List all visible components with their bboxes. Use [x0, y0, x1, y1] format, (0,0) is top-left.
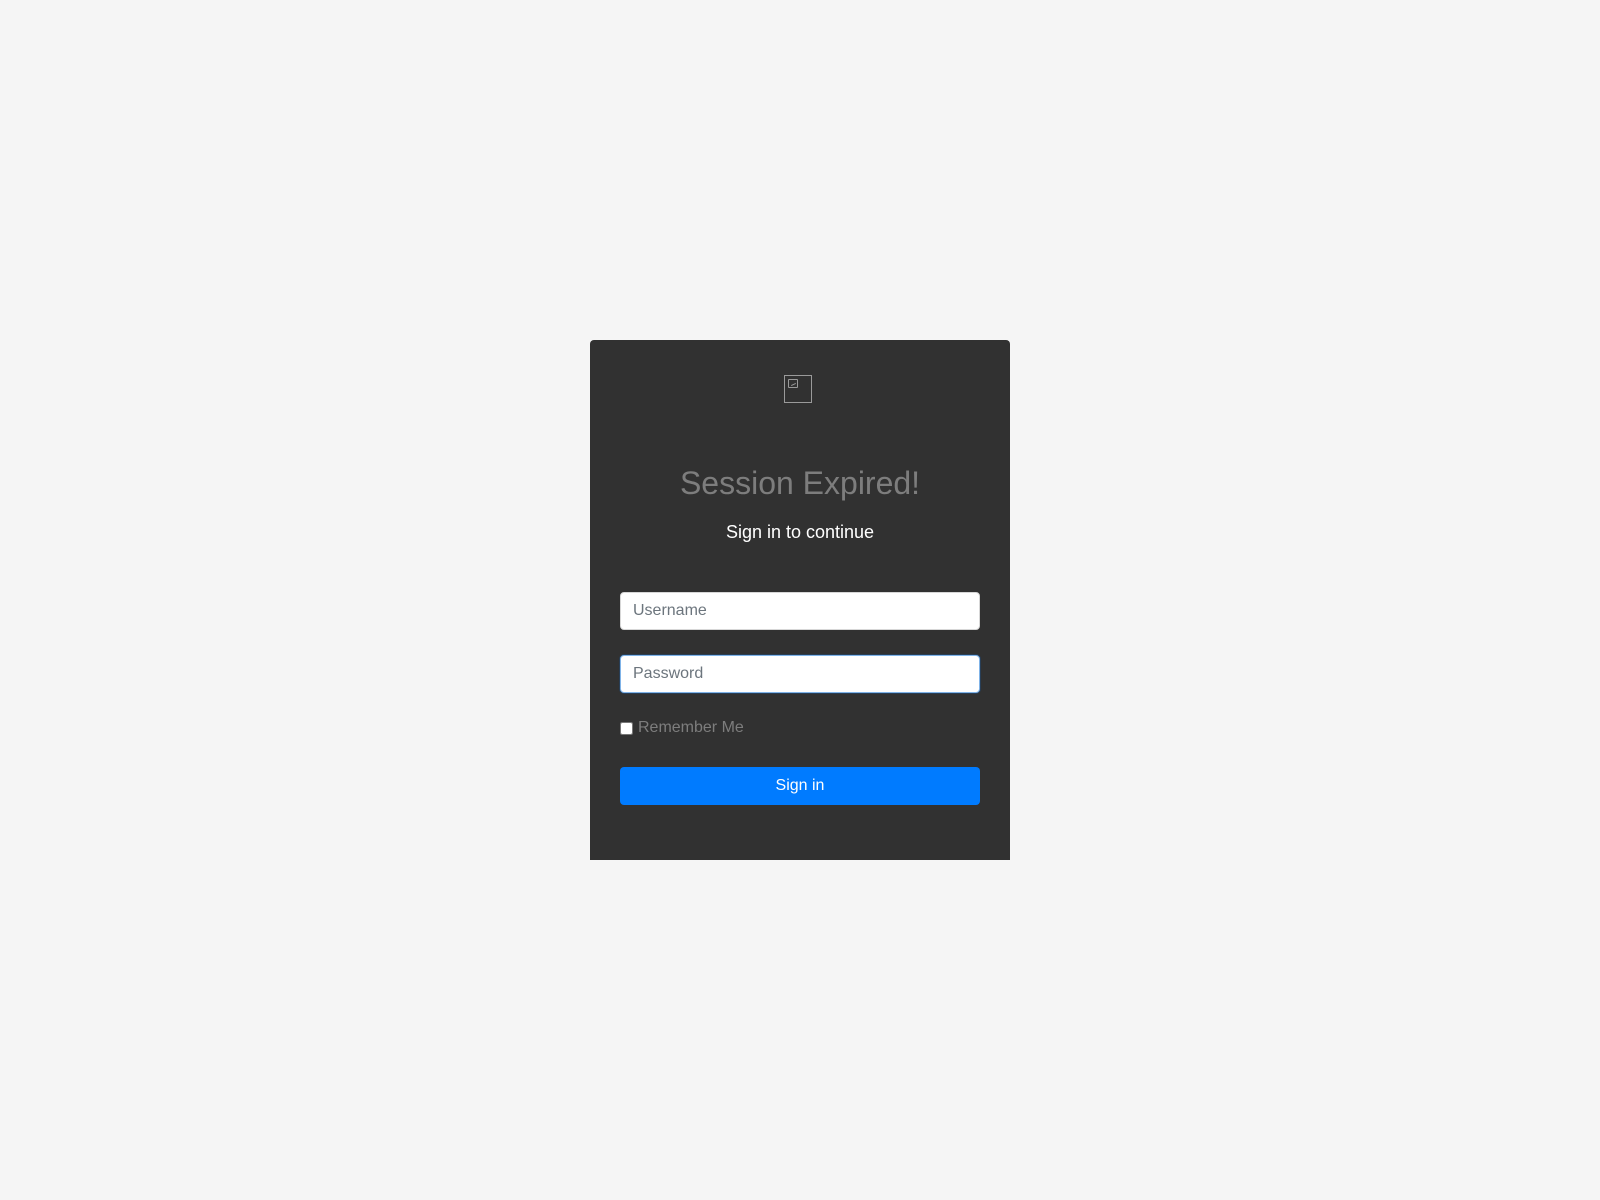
page-title: Session Expired! — [679, 465, 921, 501]
signin-button[interactable]: Sign in — [620, 767, 980, 805]
username-input[interactable] — [620, 592, 980, 630]
remember-me-checkbox[interactable] — [620, 721, 633, 735]
password-input[interactable] — [620, 655, 980, 693]
login-card: Session Expired! Sign in to continue Rem… — [590, 340, 1010, 860]
broken-image-icon — [784, 375, 812, 403]
broken-image-glyph — [788, 379, 798, 388]
page-subtitle: Sign in to continue — [725, 522, 875, 542]
remember-me-label: Remember Me — [638, 719, 744, 736]
remember-me-option[interactable]: Remember Me — [620, 718, 744, 738]
